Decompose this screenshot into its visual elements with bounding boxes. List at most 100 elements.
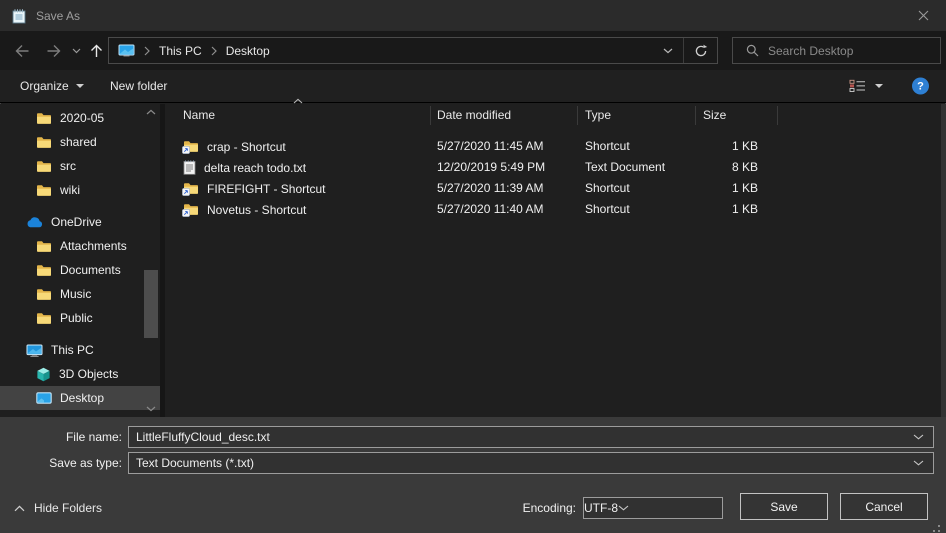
file-size-cell: 8 KB — [695, 157, 758, 178]
file-row[interactable]: crap - Shortcut5/27/2020 11:45 AMShortcu… — [165, 136, 941, 157]
help-button[interactable]: ? — [912, 78, 929, 95]
sidebar-item-label: Desktop — [60, 391, 104, 405]
sidebar-group: This PC 3D Objects Desktop — [0, 338, 160, 417]
address-dropdown-chevron[interactable] — [653, 48, 683, 54]
shortcut-arrow-icon — [182, 188, 190, 196]
chevron-down-icon[interactable] — [913, 434, 924, 440]
details-view-button[interactable] — [849, 80, 866, 93]
file-type-cell: Text Document — [585, 157, 665, 178]
file-size-cell: 1 KB — [695, 178, 758, 199]
cancel-button-label: Cancel — [865, 500, 902, 514]
folder-shortcut-icon — [183, 203, 199, 216]
encoding-dropdown[interactable]: UTF-8 — [583, 497, 723, 519]
folder-shortcut-icon — [183, 182, 199, 195]
sidebar-item-label: wiki — [60, 183, 80, 197]
column-header-row: Name Date modified Type Size — [165, 104, 941, 126]
3d-objects-cube-icon — [36, 367, 51, 382]
column-header-size[interactable]: Size — [703, 104, 726, 126]
column-divider[interactable] — [695, 106, 696, 125]
cancel-button[interactable]: Cancel — [840, 493, 928, 520]
sidebar-item-documents[interactable]: Documents — [0, 258, 160, 282]
scrollbar-thumb[interactable] — [144, 270, 158, 338]
chevron-down-icon[interactable] — [618, 505, 629, 511]
sidebar-item-this-pc[interactable]: This PC — [0, 338, 160, 362]
chevron-down-icon[interactable] — [913, 460, 924, 466]
file-name-cell: FIREFIGHT - Shortcut — [183, 178, 325, 199]
text-document-icon — [183, 160, 196, 175]
file-name-input[interactable] — [136, 430, 933, 444]
breadcrumb: This PC Desktop — [135, 38, 270, 63]
sidebar-item-wiki[interactable]: wiki — [0, 178, 160, 202]
file-row[interactable]: delta reach todo.txt 12/20/2019 5:49 PM Te… — [165, 157, 941, 178]
back-button[interactable] — [14, 44, 30, 58]
file-row[interactable]: FIREFIGHT - Shortcut5/27/2020 11:39 AMSh… — [165, 178, 941, 199]
sidebar-group: 2020-05sharedsrc wiki — [0, 106, 160, 202]
sidebar-item-label: 3D Objects — [59, 367, 118, 381]
sidebar-item-onedrive[interactable]: OneDrive — [0, 210, 160, 234]
sidebar-item-music[interactable]: Music — [0, 282, 160, 306]
close-icon — [918, 10, 929, 21]
chevron-down-icon — [875, 84, 883, 88]
sidebar-item-attachments[interactable]: Attachments — [0, 234, 160, 258]
address-bar[interactable]: This PC Desktop — [108, 37, 718, 64]
sidebar-item-label: Music — [60, 287, 91, 301]
sidebar-scrollbar[interactable] — [143, 104, 159, 417]
main-area: 2020-05sharedsrc wiki OneDriveAttachments D… — [0, 104, 946, 417]
file-name-text: FIREFIGHT - Shortcut — [207, 182, 325, 196]
notepad-icon — [11, 8, 27, 24]
column-divider[interactable] — [777, 106, 778, 125]
file-list-area: Name Date modified Type Size crap - Shor… — [165, 104, 946, 417]
column-header-name[interactable]: Name — [183, 104, 215, 126]
file-date-cell: 5/27/2020 11:39 AM — [437, 178, 544, 199]
sort-ascending-icon — [293, 98, 303, 104]
save-as-type-value: Text Documents (*.txt) — [136, 456, 254, 470]
navigation-bar: This PC Desktop — [0, 31, 946, 70]
forward-button[interactable] — [46, 44, 62, 58]
save-as-type-label: Save as type: — [0, 452, 122, 474]
breadcrumb-chevron-icon — [144, 46, 150, 56]
shortcut-arrow-icon — [182, 146, 190, 154]
sidebar-item-3d-objects[interactable]: 3D Objects — [0, 362, 160, 386]
breadcrumb-item[interactable]: This PC — [159, 44, 202, 58]
view-options-chevron[interactable] — [875, 84, 883, 88]
save-button[interactable]: Save — [740, 493, 828, 520]
close-button[interactable] — [900, 0, 946, 31]
sidebar-item-partial[interactable] — [0, 410, 160, 417]
column-divider[interactable] — [430, 106, 431, 125]
title-bar: Save As — [0, 0, 946, 31]
file-list-scrollbar-track — [941, 104, 946, 417]
scroll-down-icon[interactable] — [146, 406, 156, 412]
folder-icon — [36, 264, 52, 277]
encoding-label: Encoding: — [0, 497, 576, 519]
sidebar-item-desktop[interactable]: Desktop — [0, 386, 160, 410]
sidebar-item-shared[interactable]: shared — [0, 130, 160, 154]
file-name-cell: delta reach todo.txt — [183, 157, 306, 178]
file-name-text: delta reach todo.txt — [204, 161, 306, 175]
search-box[interactable] — [732, 37, 941, 64]
sidebar-item-2020-05[interactable]: 2020-05 — [0, 106, 160, 130]
breadcrumb-item[interactable]: Desktop — [226, 44, 270, 58]
recent-locations-chevron[interactable] — [72, 48, 81, 54]
folder-icon — [36, 288, 52, 301]
scroll-up-icon[interactable] — [146, 109, 156, 115]
dialog-footer: Hide Folders Encoding: UTF-8 Save Cancel — [0, 490, 946, 533]
up-button[interactable] — [89, 44, 104, 58]
sidebar-item-public[interactable]: Public — [0, 306, 160, 330]
column-header-date-modified[interactable]: Date modified — [437, 104, 511, 126]
file-date-cell: 12/20/2019 5:49 PM — [437, 157, 545, 178]
column-header-type[interactable]: Type — [585, 104, 611, 126]
file-name-combobox[interactable] — [128, 426, 934, 448]
this-pc-icon — [26, 344, 43, 357]
resize-grip-icon[interactable] — [938, 525, 940, 527]
sidebar-item-label: This PC — [51, 343, 94, 357]
sidebar-item-src[interactable]: src — [0, 154, 160, 178]
refresh-button[interactable] — [684, 44, 717, 58]
folder-shortcut-icon — [183, 140, 199, 153]
organize-button[interactable]: Organize — [20, 79, 84, 93]
column-divider[interactable] — [577, 106, 578, 125]
sidebar-item-label: Documents — [60, 263, 121, 277]
search-input[interactable] — [768, 44, 936, 58]
file-row[interactable]: Novetus - Shortcut5/27/2020 11:40 AMShor… — [165, 199, 941, 220]
new-folder-button[interactable]: New folder — [110, 79, 167, 93]
save-as-type-dropdown[interactable]: Text Documents (*.txt) — [128, 452, 934, 474]
